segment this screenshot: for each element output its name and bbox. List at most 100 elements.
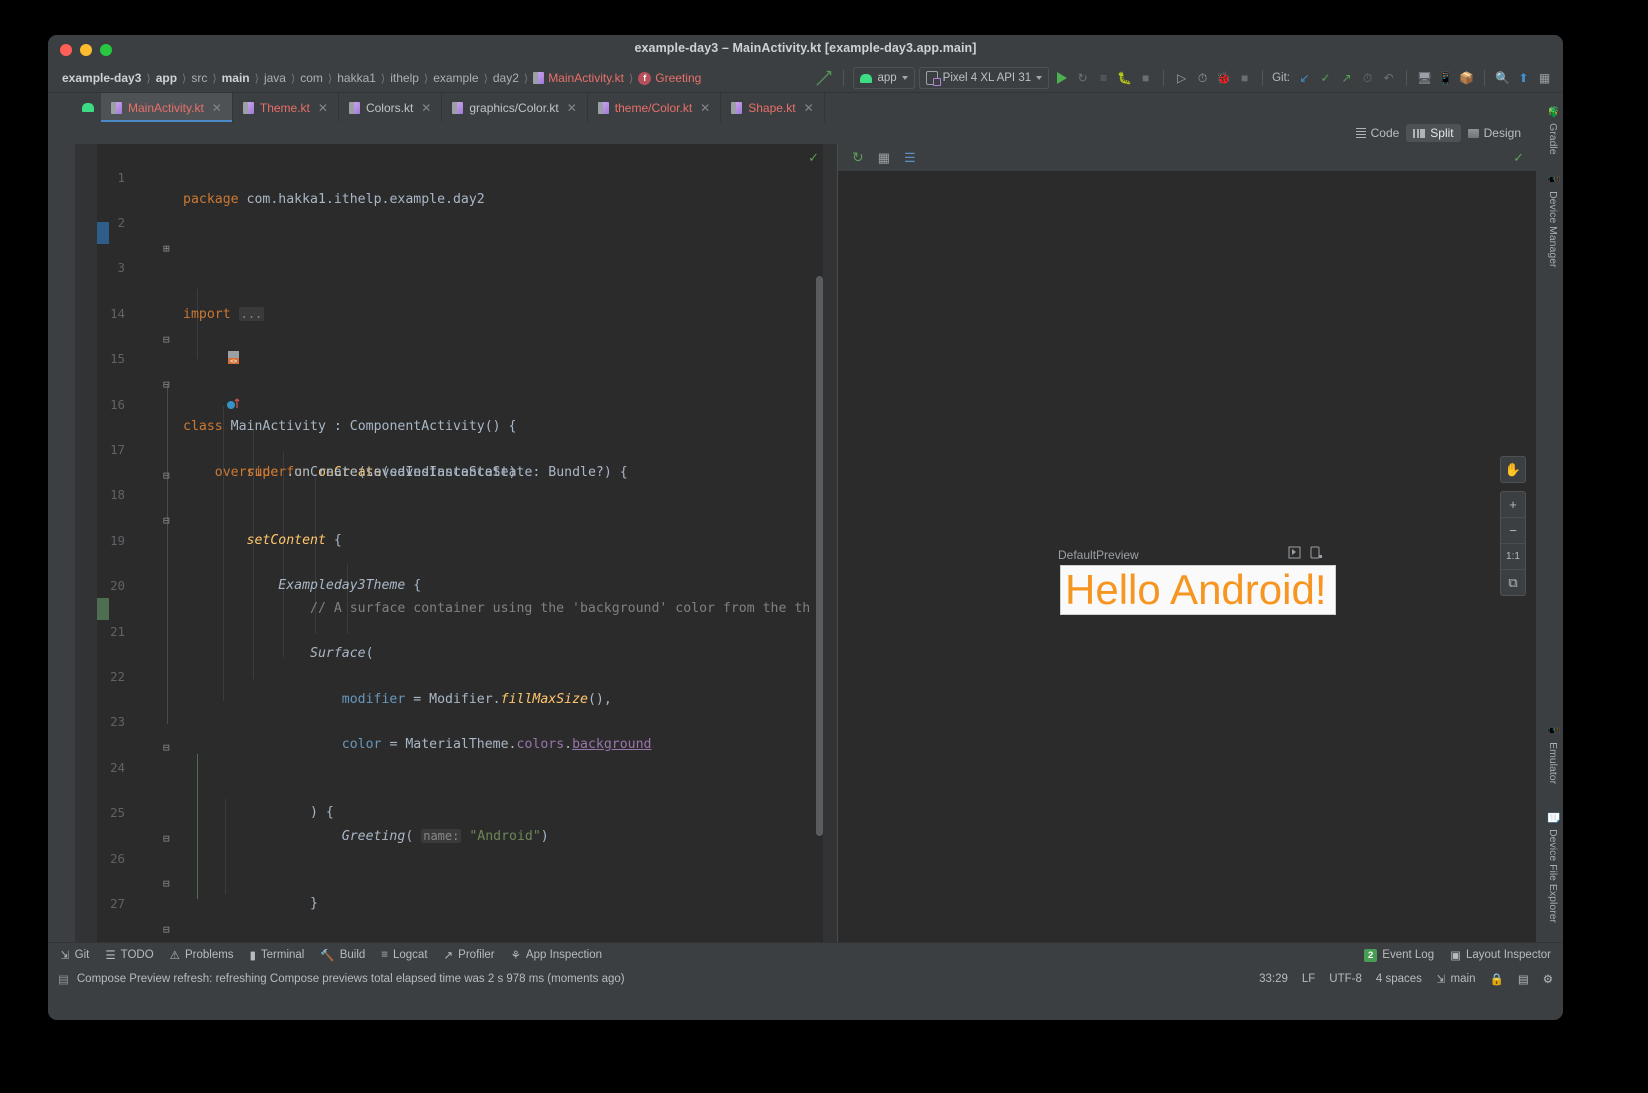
attach-debugger-icon[interactable]: 🐞 <box>1215 70 1232 87</box>
preview-interactive-icon[interactable] <box>1288 546 1301 559</box>
git-rollback-icon[interactable]: ↶ <box>1380 70 1397 87</box>
code-line[interactable]: 15 <> ⊟ class MainActivity : ComponentAc… <box>75 326 837 435</box>
view-mode-split[interactable]: Split <box>1406 124 1461 142</box>
avd-manager-icon[interactable]: 🖥 <box>1416 70 1433 87</box>
git-commit-icon[interactable]: ✓ <box>1317 70 1334 87</box>
profile-icon[interactable]: ⏱ <box>1194 70 1211 87</box>
bottom-tool-terminal[interactable]: ▮ Terminal <box>250 948 305 962</box>
breadcrumb-item-main[interactable]: main <box>218 71 254 85</box>
fold-expand-icon[interactable]: ⊞ <box>163 238 170 261</box>
sidebar-item-emulator[interactable]: 📱 Emulator <box>1544 718 1563 800</box>
bottom-tool-logcat[interactable]: ≡ Logcat <box>381 949 427 961</box>
code-line[interactable]: 24 ⊟ ) { <box>75 734 837 820</box>
code-line[interactable]: 1 package com.hakka1.ithelp.example.day2 <box>75 144 837 208</box>
view-mode-design[interactable]: Design <box>1461 124 1528 142</box>
code-line[interactable]: 27 ⊟ } <box>75 870 837 942</box>
bottom-tool-event-log[interactable]: 2 Event Log <box>1364 948 1434 962</box>
notifications-icon[interactable]: ⚙ <box>1543 972 1553 986</box>
sidebar-item-device-file-explorer[interactable]: 📄 Device File Explorer <box>1544 805 1563 945</box>
view-mode-code[interactable]: Code <box>1349 124 1407 142</box>
breadcrumb-item-day2[interactable]: day2 <box>489 71 523 85</box>
code-text[interactable]: 1 package com.hakka1.ithelp.example.day2… <box>75 144 837 942</box>
bottom-tool-app-inspection[interactable]: ⚘ App Inspection <box>511 948 602 962</box>
line-separator[interactable]: LF <box>1302 973 1315 985</box>
apply-changes-icon[interactable]: ↻ <box>1074 70 1091 87</box>
code-editor[interactable]: ✓ 1 package com.hakka1.ithelp.example.da… <box>75 144 837 942</box>
code-line[interactable]: 14 <box>75 280 837 321</box>
sidebar-item-gradle[interactable]: 🐲 Gradle <box>1544 99 1563 165</box>
class-marker-icon[interactable]: <> <box>99 328 240 365</box>
code-line[interactable]: 17 super.onCreate(savedInstanceState) <box>75 416 837 480</box>
apply-code-changes-icon[interactable]: ≡ <box>1095 70 1112 87</box>
stop-process-icon[interactable]: ■ <box>1236 70 1253 87</box>
code-line[interactable]: 3 ⊞ import ... <box>75 235 837 322</box>
code-line[interactable]: 20 // A surface container using the 'bac… <box>75 552 837 616</box>
preview-zoom-controls[interactable]: + − 1:1 ⧉ <box>1500 491 1526 596</box>
code-line[interactable]: 2 <box>75 189 837 230</box>
stop-button[interactable]: ■ <box>1137 70 1154 87</box>
code-line[interactable]: 25 Greeting( name: "Android") <box>75 779 837 844</box>
editor-tab-graphics-color[interactable]: graphics/Color.kt ✕ <box>442 93 588 122</box>
override-marker-icon[interactable] <box>99 374 240 409</box>
sync-gradle-icon[interactable]: 📦 <box>1458 70 1475 87</box>
editor-tab-mainactivity[interactable]: MainActivity.kt ✕ <box>101 93 233 122</box>
zoom-out-button[interactable]: − <box>1501 518 1525 544</box>
breadcrumb-item-ithelp[interactable]: ithelp <box>386 71 423 85</box>
memory-indicator-icon[interactable]: ▤ <box>1518 972 1529 986</box>
lock-icon[interactable]: 🔒 <box>1489 972 1503 986</box>
zoom-fit-button[interactable]: ⧉ <box>1501 570 1525 595</box>
editor-tab-theme-color[interactable]: theme/Color.kt ✕ <box>587 93 722 122</box>
editor-scrollbar[interactable] <box>816 276 823 836</box>
caret-position[interactable]: 33:29 <box>1259 973 1288 985</box>
layers-icon[interactable]: ☰ <box>904 150 916 166</box>
bottom-tool-layout-inspector[interactable]: ▣ Layout Inspector <box>1450 948 1551 962</box>
close-tab-icon[interactable]: ✕ <box>567 101 577 115</box>
bottom-tool-problems[interactable]: ⚠ Problems <box>170 948 234 962</box>
fold-collapse-icon[interactable]: ⊟ <box>163 828 170 851</box>
breadcrumb-item-app[interactable]: app <box>152 71 181 85</box>
search-everywhere-icon[interactable]: 🔍 <box>1494 70 1511 87</box>
close-tab-icon[interactable]: ✕ <box>804 101 814 115</box>
compose-preview-pane[interactable]: ↻ ▦ ☰ ✓ DefaultPreview Hello Android! ✋ … <box>837 144 1536 942</box>
git-history-icon[interactable]: ⏱ <box>1359 70 1376 87</box>
breadcrumb-item-java[interactable]: java <box>260 71 290 85</box>
git-update-icon[interactable]: ↙ <box>1296 70 1313 87</box>
code-line[interactable]: 28 ⊟ } <box>75 916 837 942</box>
layout-editor-icon[interactable]: ▦ <box>1536 70 1553 87</box>
git-push-icon[interactable]: ↗ <box>1338 70 1355 87</box>
code-line[interactable]: 22 modifier = Modifier.fillMaxSize(), <box>75 643 837 707</box>
breadcrumb-item-file[interactable]: MainActivity.kt <box>529 71 628 85</box>
code-line[interactable]: 26 ⊟ } <box>75 825 837 911</box>
fold-collapse-icon[interactable]: ⊟ <box>163 329 170 352</box>
zoom-in-button[interactable]: + <box>1501 492 1525 518</box>
upload-icon[interactable]: ⬆ <box>1515 70 1532 87</box>
gallery-icon[interactable]: ▦ <box>878 150 890 166</box>
indent-setting[interactable]: 4 spaces <box>1376 973 1422 985</box>
breadcrumb-item-symbol[interactable]: f Greeting <box>634 71 705 85</box>
close-tab-icon[interactable]: ✕ <box>421 101 431 115</box>
breadcrumb-item-example[interactable]: example <box>429 71 482 85</box>
bottom-tool-build[interactable]: 🔨 Build <box>320 948 365 962</box>
close-tab-icon[interactable]: ✕ <box>700 101 710 115</box>
code-line[interactable]: 23 color = MaterialTheme.colors.backgrou… <box>75 689 837 752</box>
code-line[interactable]: 18 ⊟ setContent { <box>75 462 837 548</box>
make-project-icon[interactable]: ⟶ <box>810 64 837 92</box>
run-button[interactable] <box>1053 70 1070 87</box>
breadcrumb[interactable]: example-day3 ⟩ app ⟩ src ⟩ main ⟩ java ⟩… <box>58 71 705 85</box>
zoom-actual-size-button[interactable]: 1:1 <box>1501 544 1525 570</box>
fold-collapse-icon[interactable]: ⊟ <box>163 465 170 488</box>
code-line[interactable]: 19 ⊟ Exampleday3Theme { <box>75 507 837 593</box>
close-tab-icon[interactable]: ✕ <box>212 101 222 115</box>
breadcrumb-item-src[interactable]: src <box>187 71 211 85</box>
fold-collapse-icon[interactable]: ⊟ <box>163 737 170 760</box>
fold-collapse-icon[interactable]: ⊟ <box>163 510 170 533</box>
preview-pan-control[interactable]: ✋ <box>1500 456 1526 483</box>
bottom-tool-todo[interactable]: ☰ TODO <box>105 948 153 962</box>
device-selector[interactable]: Pixel 4 XL API 31 <box>918 67 1050 89</box>
bottom-tool-git[interactable]: ⇲ Git <box>60 948 90 962</box>
file-encoding[interactable]: UTF-8 <box>1329 973 1362 985</box>
pan-tool-icon[interactable]: ✋ <box>1501 457 1525 482</box>
editor-tab-theme[interactable]: Theme.kt ✕ <box>232 93 339 122</box>
close-tab-icon[interactable]: ✕ <box>318 101 328 115</box>
breadcrumb-item-hakka1[interactable]: hakka1 <box>333 71 380 85</box>
